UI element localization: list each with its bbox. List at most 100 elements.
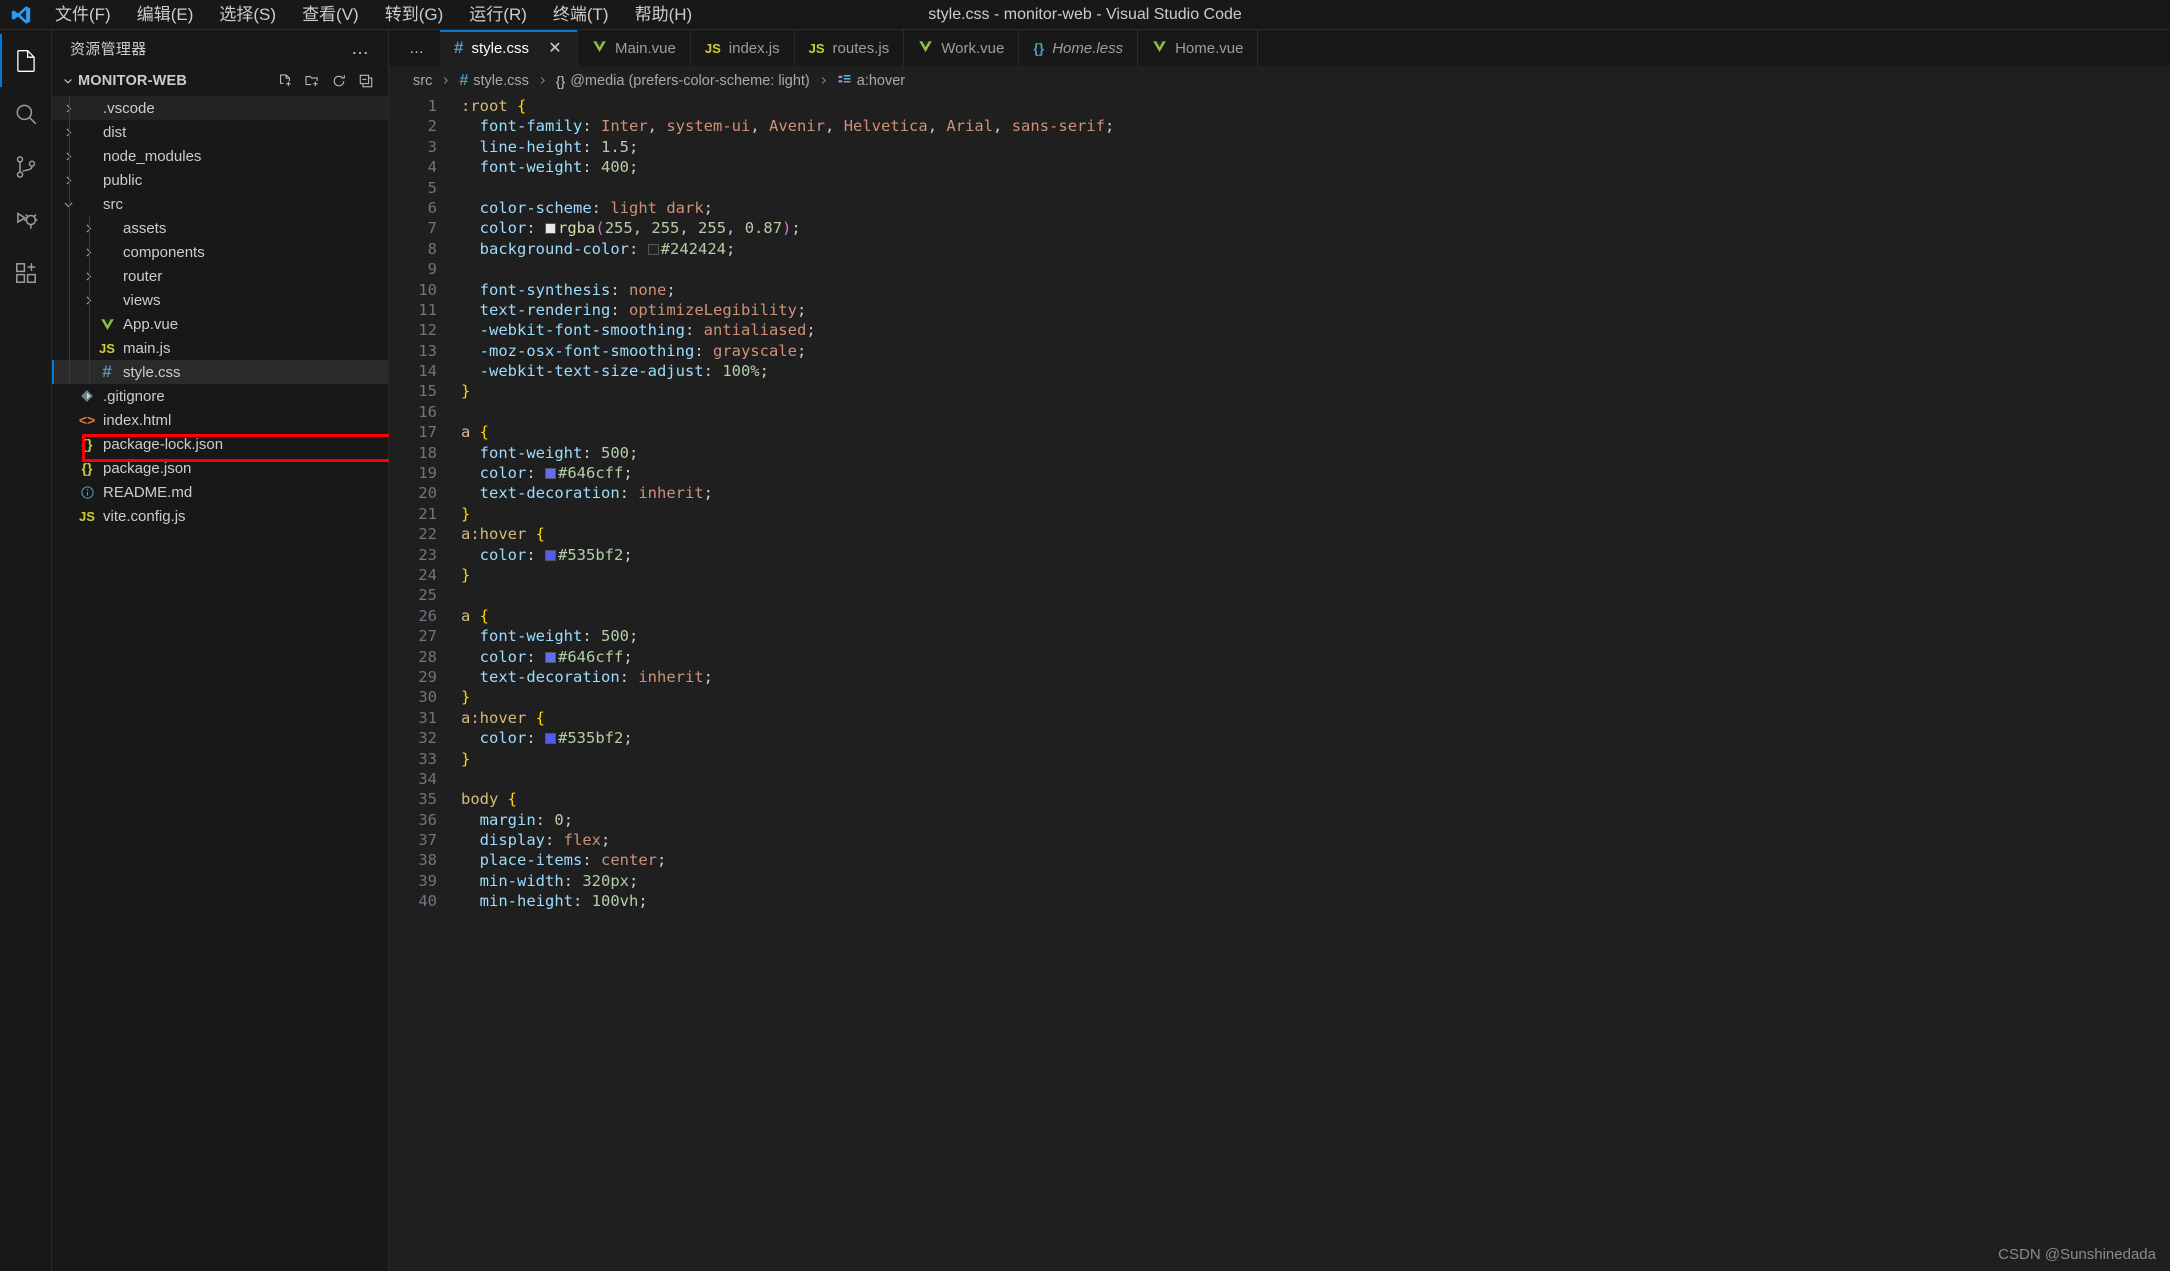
editor-tab-style-css[interactable]: # style.css ✕ (440, 30, 578, 66)
tree-item-label: src (103, 195, 123, 213)
line-number: 24 (418, 565, 437, 584)
code-line: display: flex; (479, 831, 611, 850)
editor-tab-work-vue[interactable]: Work.vue (904, 30, 1020, 66)
tree-item-label: .vscode (103, 99, 155, 117)
tree-root-actions (277, 73, 380, 89)
breadcrumb-item-1[interactable]: # style.css (459, 72, 529, 90)
tree-item-label: style.css (123, 363, 181, 381)
tree-item-views[interactable]: views (52, 288, 388, 312)
less-icon: {} (1033, 40, 1045, 56)
sidebar-more-actions-button[interactable]: … (351, 38, 380, 59)
menu-item-terminal[interactable]: 终端(T) (540, 0, 622, 30)
code-line: color: #646cff; (479, 647, 633, 666)
tree-item-readme-md[interactable]: README.md (52, 480, 388, 504)
editor-tab-home-vue[interactable]: Home.vue (1138, 30, 1259, 66)
line-number: 8 (427, 239, 437, 258)
sidebar-title: 资源管理器 (70, 40, 147, 58)
collapse-all-icon[interactable] (358, 73, 374, 89)
code-line: text-decoration: inherit; (479, 667, 713, 686)
breadcrumb-item-0[interactable]: src (413, 73, 432, 89)
git-icon (76, 389, 98, 403)
chevron-right-icon (60, 174, 76, 187)
tree-item-label: .gitignore (103, 387, 165, 405)
line-number: 16 (418, 402, 437, 421)
menu-item-run[interactable]: 运行(R) (456, 0, 540, 30)
tree-item-index-html[interactable]: <> index.html (52, 408, 388, 432)
tree-item-src[interactable]: src (52, 192, 388, 216)
editor-tab-home-less[interactable]: {} Home.less (1019, 30, 1139, 66)
menu-item-select[interactable]: 选择(S) (206, 0, 289, 30)
tree-item-style-css[interactable]: # style.css (52, 360, 388, 384)
tree-item-assets[interactable]: assets (52, 216, 388, 240)
editor-tab-label: Home.vue (1175, 39, 1244, 57)
source-control-icon (13, 154, 39, 180)
activity-item-run-and-debug[interactable] (0, 193, 52, 246)
tree-indent-guide (69, 96, 70, 384)
tabs-overflow-button[interactable]: … (389, 30, 440, 66)
tree-item-router[interactable]: router (52, 264, 388, 288)
line-number: 14 (418, 362, 437, 381)
tree-root-monitor-web[interactable]: MONITOR-WEB (52, 66, 388, 96)
chevron-right-icon (535, 74, 550, 89)
line-number: 40 (418, 892, 437, 911)
activity-item-source-control[interactable] (0, 140, 52, 193)
activity-item-search[interactable] (0, 87, 52, 140)
breadcrumb-item-3[interactable]: a:hover (837, 73, 905, 90)
editor-tab-main-vue[interactable]: Main.vue (577, 30, 691, 66)
code-line: font-weight: 500; (479, 443, 639, 462)
css-icon: # (102, 362, 112, 381)
tree-item-node-modules[interactable]: node_modules (52, 144, 388, 168)
menu-item-file[interactable]: 文件(F) (42, 0, 124, 30)
tree-item-package-lock-json[interactable]: {} package-lock.json (52, 432, 388, 456)
close-icon[interactable]: ✕ (547, 38, 563, 58)
json-icon: {} (81, 436, 93, 452)
color-swatch (545, 733, 557, 745)
tree-item-label: node_modules (103, 147, 202, 165)
extensions-icon (13, 260, 39, 286)
code-line: a { (461, 423, 490, 442)
refresh-icon[interactable] (331, 73, 347, 89)
tree-item-label: vite.config.js (103, 507, 186, 525)
new-file-icon[interactable] (277, 73, 293, 89)
tree-item--vscode[interactable]: .vscode (52, 96, 388, 120)
menu-bar: 文件(F) 编辑(E) 选择(S) 查看(V) 转到(G) 运行(R) 终端(T… (42, 0, 705, 30)
activity-item-explorer[interactable] (0, 34, 52, 87)
line-number: 36 (418, 810, 437, 829)
color-swatch (647, 243, 659, 255)
code-line: a { (461, 606, 490, 625)
tree-item-public[interactable]: public (52, 168, 388, 192)
menu-item-help[interactable]: 帮助(H) (622, 0, 706, 30)
menu-item-goto[interactable]: 转到(G) (372, 0, 457, 30)
code-line: } (461, 382, 471, 401)
activity-item-extensions[interactable] (0, 246, 52, 299)
line-number: 22 (418, 525, 437, 544)
editor-tab-index-js[interactable]: JS index.js (690, 30, 795, 66)
js-icon: JS (99, 340, 115, 356)
editor-tab-label: Main.vue (614, 39, 676, 57)
vue-icon (592, 39, 607, 57)
tree-item-app-vue[interactable]: App.vue (52, 312, 388, 336)
tree-item-components[interactable]: components (52, 240, 388, 264)
tree-item-vite-config-js[interactable]: JS vite.config.js (52, 504, 388, 528)
chevron-right-icon (60, 102, 76, 115)
chevron-right-icon (80, 294, 96, 307)
new-folder-icon[interactable] (304, 73, 320, 89)
menu-item-view[interactable]: 查看(V) (289, 0, 372, 30)
line-number: 13 (418, 341, 437, 360)
tree-item-dist[interactable]: dist (52, 120, 388, 144)
menu-item-edit[interactable]: 编辑(E) (124, 0, 207, 30)
code-editor[interactable]: 1 2 3 4 5 6 7 8 9 10 11 12 13 14 15 16 17 18 19 20 21 22 23 24 2… (389, 96, 2170, 1271)
code-line: -moz-osx-font-smoothing: grayscale; (479, 341, 807, 360)
explorer-sidebar: 资源管理器 … MONITOR-WEB .vscode dist node_mo… (52, 30, 460, 1271)
tree-item-package-json[interactable]: {} package.json (52, 456, 388, 480)
tree-item--gitignore[interactable]: .gitignore (52, 384, 388, 408)
tree-item-main-js[interactable]: JS main.js (52, 336, 388, 360)
color-swatch (545, 223, 557, 235)
editor-tab-routes-js[interactable]: JS routes.js (794, 30, 905, 66)
breadcrumb-item-2[interactable]: {} @media (prefers-color-scheme: light) (556, 73, 810, 89)
code-line: color: rgba(255, 255, 255, 0.87); (479, 219, 801, 238)
line-number: 11 (418, 300, 437, 319)
code-content[interactable]: :root { font-family: Inter, system-ui, A… (451, 96, 2170, 1271)
code-line: -webkit-text-size-adjust: 100%; (479, 362, 769, 381)
